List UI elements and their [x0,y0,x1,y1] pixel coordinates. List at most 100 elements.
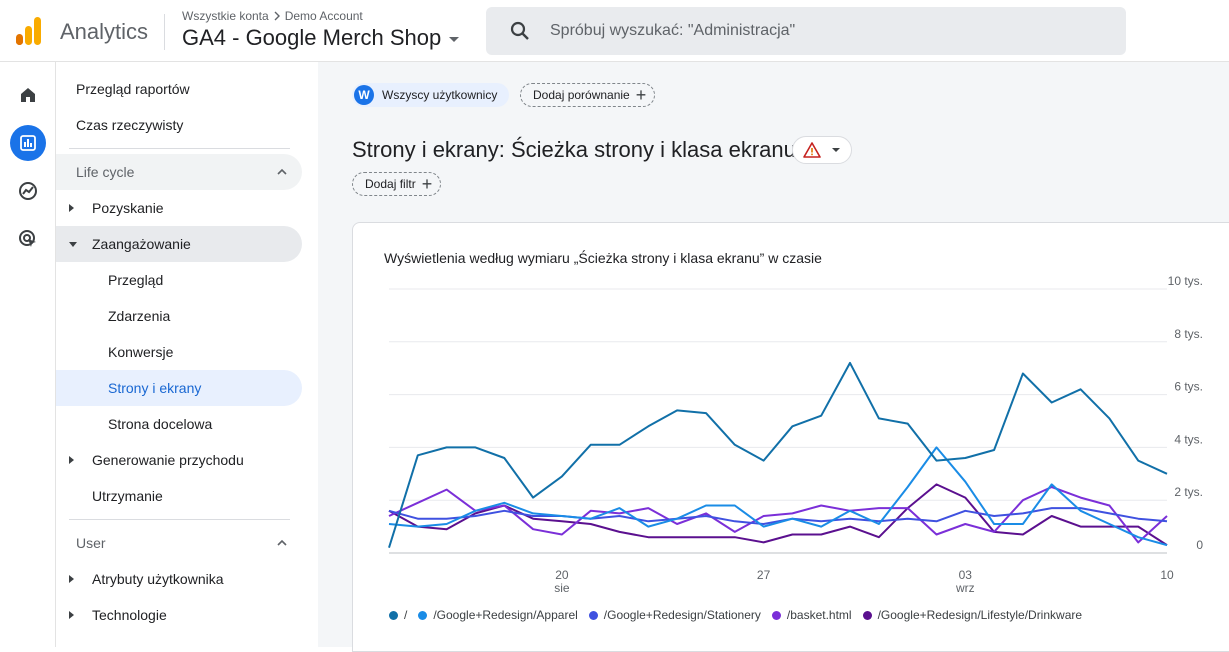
legend-label: /Google+Redesign/Lifestyle/Drinkware [877,608,1083,622]
legend-dot [418,610,428,620]
analytics-logo[interactable] [14,16,42,46]
legend-item[interactable]: / [389,608,407,622]
nav-acquisition[interactable]: Pozyskanie [56,190,302,226]
search-input[interactable] [550,22,1110,40]
nav-engagement-overview[interactable]: Przegląd [56,262,302,298]
expand-arrow-icon [69,204,74,212]
series-line [388,361,1168,548]
nav-label: Technologie [92,607,167,623]
reports-icon[interactable] [10,125,46,161]
nav-section-user[interactable]: User [56,525,302,561]
nav-retention[interactable]: Utrzymanie [56,478,302,514]
top-bar: Analytics Wszystkie konta Demo Account G… [0,0,1229,62]
app-name: Analytics [60,19,149,44]
collapse-arrow-icon [69,241,77,247]
segment-chip-all-users[interactable]: W Wszyscy użytkownicy [352,83,510,107]
y-tick-label: 6 tys. [1174,380,1203,394]
explore-icon[interactable] [10,173,46,209]
legend-label: / [404,608,408,622]
nav-label: Czas rzeczywisty [76,117,184,133]
nav-label: Atrybuty użytkownika [92,571,224,587]
section-label: User [76,535,106,551]
x-tick-month-label: wrz [955,581,975,595]
legend-label: /basket.html [786,608,852,622]
series-line [388,446,1168,547]
nav-label: Przegląd [108,272,164,288]
nav-label: Strony i ekrany [108,380,202,396]
legend-label: /Google+Redesign/Stationery [603,608,761,622]
nav-reports-overview[interactable]: Przegląd raportów [56,71,302,107]
nav-landing-page[interactable]: Strona docelowa [56,406,302,442]
property-selector[interactable]: GA4 - Google Merch Shop [182,25,460,51]
y-tick-label: 2 tys. [1174,485,1203,499]
x-tick-month-label: sie [554,581,570,595]
series-line [388,486,1168,544]
search-icon [510,21,529,40]
nav-label: Strona docelowa [108,416,213,432]
chevron-down-icon [449,37,460,42]
legend-item[interactable]: /Google+Redesign/Apparel [418,608,578,622]
plus-icon: + [421,174,433,194]
search-bar[interactable] [486,7,1126,55]
report-navigation: Przegląd raportów Czas rzeczywisty Life … [56,62,318,647]
property-name: GA4 - Google Merch Shop [182,25,442,50]
legend-item[interactable]: /Google+Redesign/Lifestyle/Drinkware [862,608,1083,622]
nav-label: Zaangażowanie [92,236,191,252]
segment-avatar: W [354,85,374,105]
segment-label: Wszyscy użytkownicy [382,88,498,102]
add-comparison-button[interactable]: Dodaj porównanie + [520,83,656,107]
nav-label: Pozyskanie [92,200,164,216]
legend-dot [389,610,398,620]
chevron-right-icon [274,11,280,21]
x-tick-label: 27 [757,568,771,582]
button-label: Dodaj filtr [365,177,416,191]
nav-divider [69,519,290,520]
nav-divider [69,148,290,149]
nav-tech[interactable]: Technologie [56,597,302,633]
advertising-icon[interactable] [10,221,46,257]
legend-item[interactable]: /Google+Redesign/Stationery [588,608,761,622]
chart-card: Wyświetlenia według wymiaru „Ścieżka str… [352,222,1229,652]
breadcrumb-accounts[interactable]: Wszystkie konta [182,9,269,23]
chevron-up-icon [277,168,287,175]
chart-legend: / /Google+Redesign/Apparel/Google+Redesig… [389,608,1082,622]
plus-icon: + [635,85,647,105]
nav-section-lifecycle[interactable]: Life cycle [56,154,302,190]
page-title: Strony i ekrany: Ścieżka strony i klasa … [352,137,796,162]
y-tick-label: 0 [1196,538,1203,552]
nav-conversions[interactable]: Konwersje [56,334,302,370]
button-label: Dodaj porównanie [533,88,630,102]
nav-monetization[interactable]: Generowanie przychodu [56,442,302,478]
nav-events[interactable]: Zdarzenia [56,298,302,334]
nav-label: Generowanie przychodu [92,452,244,468]
section-label: Life cycle [76,164,135,180]
report-content: W Wszyscy użytkownicy Dodaj porównanie +… [318,62,1229,652]
legend-item[interactable]: /basket.html [771,608,852,622]
add-filter-button[interactable]: Dodaj filtr + [352,172,442,196]
nav-label: Zdarzenia [108,308,171,324]
expand-arrow-icon [69,575,74,583]
chevron-up-icon [277,539,287,546]
y-tick-label: 8 tys. [1174,327,1203,341]
nav-label: Przegląd raportów [76,81,190,97]
chevron-down-icon [832,148,840,152]
y-tick-label: 10 tys. [1168,274,1203,288]
home-icon[interactable] [10,77,46,113]
legend-dot [588,610,598,620]
left-rail [0,62,56,647]
y-tick-label: 4 tys. [1174,432,1203,446]
nav-realtime[interactable]: Czas rzeczywisty [56,107,302,143]
data-quality-button[interactable] [792,136,852,164]
legend-dot [862,610,872,620]
nav-label: Utrzymanie [92,488,163,504]
line-chart: 0 2 tys. 4 tys. 6 tys. 8 tys. 10 tys. 20sie 27 0… [388,274,1203,595]
x-tick-label: 10 [1160,568,1174,582]
nav-engagement[interactable]: Zaangażowanie [56,226,302,262]
nav-label: Konwersje [108,344,174,360]
breadcrumb-account[interactable]: Demo Account [285,9,363,23]
nav-pages-and-screens[interactable]: Strony i ekrany [56,370,302,406]
nav-user-attributes[interactable]: Atrybuty użytkownika [56,561,302,597]
x-tick-label: 20 [555,568,569,582]
header-divider [164,14,165,50]
breadcrumb[interactable]: Wszystkie konta Demo Account [182,9,363,23]
